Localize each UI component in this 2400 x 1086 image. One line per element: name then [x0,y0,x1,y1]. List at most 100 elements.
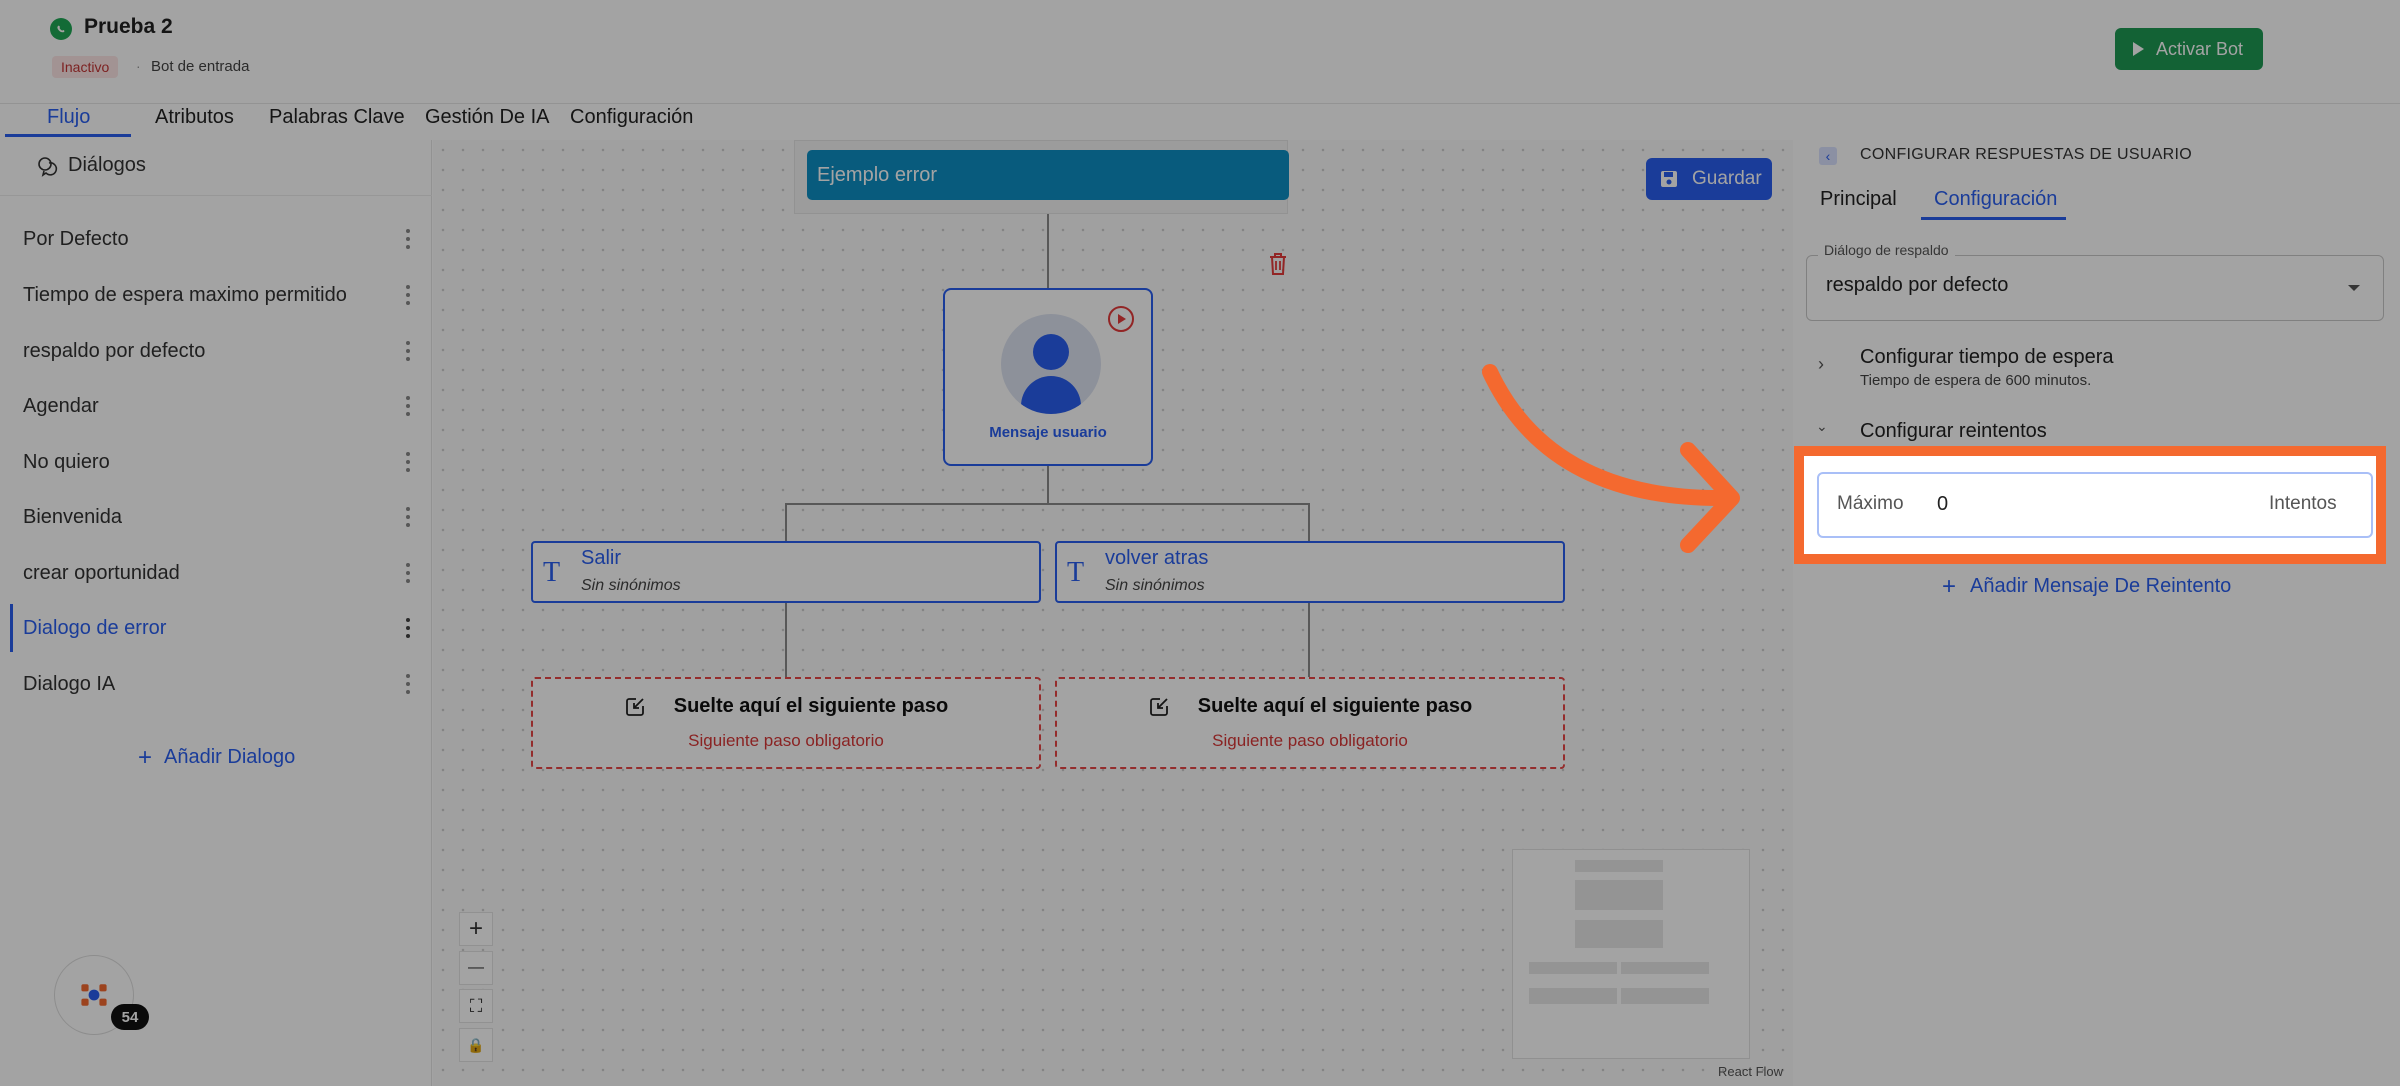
plus-icon: + [1942,572,1957,600]
title-node[interactable]: Ejemplo error [807,150,1289,200]
sidebar-item-no-quiero[interactable]: No quiero [10,438,420,486]
fit-view-button[interactable]: ⛶ [459,989,493,1023]
more-options-icon[interactable] [406,341,410,361]
chevron-right-icon[interactable]: › [1818,354,1824,375]
sidebar-item-por-defecto[interactable]: Por Defecto [10,215,420,263]
tab-panel-configuracion[interactable]: Configuración [1934,188,2057,211]
activate-bot-label: Activar Bot [2156,38,2244,59]
tutorial-arrow-icon [1482,364,1740,553]
activate-bot-button[interactable]: Activar Bot [2115,28,2263,70]
more-options-icon[interactable] [406,563,410,583]
drop-next-step-node[interactable]: Suelte aquí el siguiente paso Siguiente … [531,677,1041,769]
fallback-dialog-value: respaldo por defecto [1826,274,2009,296]
divider [0,195,432,196]
user-message-node[interactable]: Mensaje usuario [943,288,1153,466]
timeout-accordion-subtitle: Tiempo de espera de 600 minutos. [1860,372,2092,389]
keyword-label: Salir [581,547,622,569]
timeout-accordion-title[interactable]: Configurar tiempo de espera [1860,346,2113,369]
tab-principal[interactable]: Principal [1820,188,1897,211]
sidebar-item-bienvenida[interactable]: Bienvenida [10,493,420,541]
collapse-panel-icon[interactable]: ‹ [1819,147,1837,165]
sidebar-item-dialogo-error[interactable]: Dialogo de error [10,604,420,652]
keyword-label: volver atras [1105,547,1209,569]
sidebar-item-label: Bienvenida [23,505,122,528]
trash-icon[interactable] [1266,251,1290,277]
sidebar-item-label: crear oportunidad [23,561,180,584]
top-header: Prueba 2 Inactivo · Bot de entrada Activ… [0,0,2400,104]
drop-node-subtitle: Siguiente paso obligatorio [1212,731,1408,750]
sidebar-item-label: Agendar [23,394,99,417]
max-retries-label: Máximo [1837,493,1904,514]
add-dialog-button[interactable]: + Añadir Dialogo [138,743,295,771]
user-node-label: Mensaje usuario [989,424,1107,441]
sidebar-item-crear-oportunidad[interactable]: crear oportunidad [10,549,420,597]
more-options-icon[interactable] [406,396,410,416]
panel-title: CONFIGURAR RESPUESTAS DE USUARIO [1860,146,2193,163]
whatsapp-icon [50,18,72,40]
zoom-out-button[interactable]: — [459,951,493,985]
plus-icon: + [138,743,153,771]
tab-atributos[interactable]: Atributos [155,104,234,138]
sidebar-item-label: No quiero [23,450,110,473]
edge [1047,466,1049,504]
sidebar-title: Diálogos [68,154,146,176]
keyword-synonyms: Sin sinónimos [581,577,681,594]
app-root: Prueba 2 Inactivo · Bot de entrada Activ… [0,0,2400,1086]
edge [785,503,1310,505]
active-tab-indicator [5,134,131,137]
edge [785,503,787,541]
sidebar-item-label: respaldo por defecto [23,339,206,362]
edge [1308,503,1310,541]
add-retry-label: Añadir Mensaje De Reintento [1970,575,2232,597]
support-widget[interactable]: 54 [54,955,149,1035]
tab-gestion-ia[interactable]: Gestión De IA [425,104,550,138]
sidebar-item-respaldo[interactable]: respaldo por defecto [10,327,420,375]
zoom-in-button[interactable]: + [459,912,493,946]
floppy-disk-icon [1661,171,1677,187]
lock-button[interactable]: 🔒 [459,1028,493,1062]
minimap[interactable] [1512,849,1750,1059]
drop-node-subtitle: Siguiente paso obligatorio [688,731,884,750]
max-retries-value[interactable]: 0 [1937,493,1948,516]
retries-accordion-title[interactable]: Configurar reintentos [1860,420,2047,443]
notification-count: 54 [111,1004,149,1030]
status-badge: Inactivo [52,56,119,78]
play-icon [2133,42,2144,56]
edge [785,603,787,677]
more-options-icon[interactable] [406,452,410,472]
drop-target-icon [625,697,644,716]
main-tabs: Flujo Atributos Palabras Clave Gestión D… [0,104,2400,140]
react-flow-attribution[interactable]: React Flow [1718,1064,1783,1079]
user-avatar-icon [1001,314,1101,414]
edge [1047,214,1049,288]
sidebar-item-label: Tiempo de espera maximo permitido [23,283,347,306]
more-options-icon[interactable] [406,285,410,305]
dialogs-sidebar: Diálogos Por Defecto Tiempo de espera ma… [0,140,432,1086]
keyword-node-salir[interactable]: T Salir Sin sinónimos [531,541,1041,603]
play-circle-icon[interactable] [1108,306,1134,332]
drop-node-title: Suelte aquí el siguiente paso [1197,695,1473,717]
bot-type: Bot de entrada [151,58,250,75]
caret-down-icon [2348,285,2360,291]
chevron-down-icon[interactable]: ⌄ [1816,418,1828,435]
sidebar-item-agendar[interactable]: Agendar [10,382,420,430]
sidebar-item-dialogo-ia[interactable]: Dialogo IA [10,660,420,708]
tab-flujo[interactable]: Flujo [47,104,90,138]
sidebar-item-tiempo-espera[interactable]: Tiempo de espera maximo permitido [10,271,420,319]
tab-configuracion[interactable]: Configuración [570,104,693,138]
more-options-icon[interactable] [406,618,410,638]
save-label: Guardar [1692,168,1762,189]
more-options-icon[interactable] [406,674,410,694]
logo-icon [81,984,107,1006]
save-button[interactable]: Guardar [1646,158,1772,200]
bot-name: Prueba 2 [84,15,173,38]
fallback-dialog-label: Diálogo de respaldo [1818,242,1955,258]
tab-palabras-clave[interactable]: Palabras Clave [269,104,405,138]
add-retry-message-button[interactable]: + Añadir Mensaje De Reintento [1942,572,2232,600]
sidebar-item-label: Por Defecto [23,227,129,250]
drop-target-icon [1149,697,1168,716]
more-options-icon[interactable] [406,507,410,527]
text-icon: T [1067,557,1085,588]
drop-next-step-node[interactable]: Suelte aquí el siguiente paso Siguiente … [1055,677,1565,769]
more-options-icon[interactable] [406,229,410,249]
